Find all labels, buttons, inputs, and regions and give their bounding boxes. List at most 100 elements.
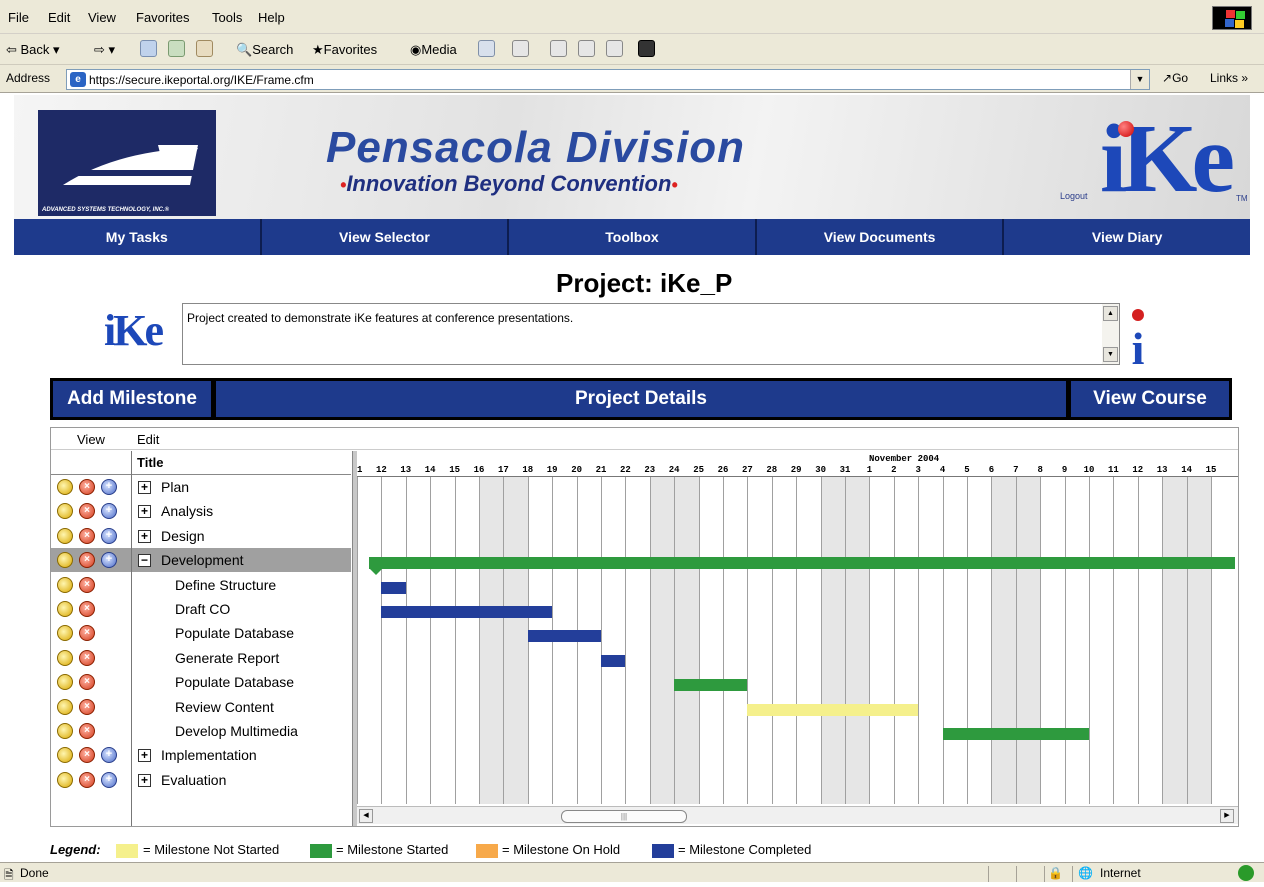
scroll-right-icon[interactable]: ▶ xyxy=(1220,809,1234,823)
search-button[interactable]: 🔍Search xyxy=(236,42,293,58)
delete-icon[interactable]: × xyxy=(79,771,95,788)
home-icon[interactable] xyxy=(196,40,213,57)
delete-icon[interactable]: × xyxy=(79,552,95,569)
delete-icon[interactable]: × xyxy=(79,601,95,617)
milestone-bar[interactable] xyxy=(674,679,748,692)
status-clock-icon[interactable] xyxy=(57,625,73,642)
status-clock-icon[interactable] xyxy=(57,747,73,764)
task-row[interactable]: × Draft CO xyxy=(51,597,351,621)
menu-view[interactable]: View xyxy=(88,10,116,25)
nav-toolbox[interactable]: Toolbox xyxy=(509,219,757,255)
delete-icon[interactable]: × xyxy=(79,503,95,520)
gantt-horizontal-scrollbar[interactable]: ◀ ||| ▶ xyxy=(357,806,1238,824)
delete-icon[interactable]: × xyxy=(79,723,95,739)
nav-view-documents[interactable]: View Documents xyxy=(757,219,1005,255)
task-row[interactable]: × Define Structure xyxy=(51,573,351,597)
print-icon[interactable] xyxy=(550,40,567,57)
task-row[interactable]: × Populate Database xyxy=(51,621,351,645)
menu-tools[interactable]: Tools xyxy=(212,10,242,25)
task-row[interactable]: × + + Analysis xyxy=(51,499,351,523)
delete-icon[interactable]: × xyxy=(79,674,95,691)
milestone-bar[interactable] xyxy=(942,728,1089,740)
status-clock-icon[interactable] xyxy=(57,576,73,593)
delete-icon[interactable]: × xyxy=(79,698,95,715)
links-button[interactable]: Links » xyxy=(1210,71,1248,85)
milestone-bar[interactable] xyxy=(369,557,1236,570)
favorites-button[interactable]: ★Favorites xyxy=(312,42,377,58)
delete-icon[interactable]: × xyxy=(79,527,95,544)
nav-view-selector[interactable]: View Selector xyxy=(262,219,510,255)
milestone-bar[interactable] xyxy=(381,606,553,618)
mail-icon[interactable] xyxy=(512,40,529,57)
expand-icon[interactable]: + xyxy=(138,481,151,494)
expand-icon[interactable]: + xyxy=(138,773,151,787)
add-child-icon[interactable]: + xyxy=(101,527,117,544)
task-row[interactable]: × + + Implementation xyxy=(51,743,351,767)
nav-view-diary[interactable]: View Diary xyxy=(1004,219,1250,255)
milestone-bar[interactable] xyxy=(527,630,601,643)
milestone-bar[interactable] xyxy=(601,654,626,667)
status-clock-icon[interactable] xyxy=(57,527,73,544)
add-milestone-button[interactable]: Add Milestone xyxy=(53,381,211,417)
stop-icon[interactable] xyxy=(140,40,157,57)
expand-icon[interactable]: + xyxy=(138,529,151,543)
history-icon[interactable] xyxy=(478,40,495,57)
address-dropdown-icon[interactable]: ▼ xyxy=(1130,70,1149,89)
address-input[interactable]: e https://secure.ikeportal.org/IKE/Frame… xyxy=(66,69,1150,90)
status-clock-icon[interactable] xyxy=(57,698,73,715)
task-row[interactable]: × + + Plan xyxy=(51,475,351,499)
add-child-icon[interactable]: + xyxy=(101,747,117,764)
forward-button[interactable]: ⇨ ▾ xyxy=(94,42,115,58)
milestone-bar[interactable] xyxy=(747,703,919,716)
delete-icon[interactable]: × xyxy=(79,649,95,666)
go-button[interactable]: ↗Go xyxy=(1162,71,1188,85)
info-icon[interactable]: i xyxy=(1126,307,1150,367)
menu-favorites[interactable]: Favorites xyxy=(136,10,189,25)
menu-edit[interactable]: Edit xyxy=(48,10,70,25)
task-row[interactable]: × Populate Database xyxy=(51,670,351,694)
grid-menu-edit[interactable]: Edit xyxy=(137,432,159,447)
task-row[interactable]: × + + Evaluation xyxy=(51,768,351,792)
back-button[interactable]: ⇦ Back ▾ xyxy=(6,42,60,58)
status-clock-icon[interactable] xyxy=(57,503,73,520)
scroll-left-icon[interactable]: ◀ xyxy=(359,809,373,823)
project-details-button[interactable]: Project Details xyxy=(216,381,1066,417)
task-row[interactable]: × Review Content xyxy=(51,695,351,719)
status-clock-icon[interactable] xyxy=(57,771,73,788)
discuss-icon[interactable] xyxy=(606,40,623,57)
delete-icon[interactable]: × xyxy=(79,747,95,764)
task-row[interactable]: × + + Design xyxy=(51,524,351,548)
refresh-icon[interactable] xyxy=(168,40,185,57)
messenger-icon[interactable] xyxy=(638,40,655,57)
milestone-bar[interactable] xyxy=(381,581,406,594)
edit-icon[interactable] xyxy=(578,40,595,57)
status-clock-icon[interactable] xyxy=(57,674,73,691)
menu-help[interactable]: Help xyxy=(258,10,285,25)
add-child-icon[interactable]: + xyxy=(101,479,117,495)
delete-icon[interactable]: × xyxy=(79,479,95,495)
add-child-icon[interactable]: + xyxy=(101,771,117,788)
media-button[interactable]: ◉Media xyxy=(410,42,457,58)
scroll-down-icon[interactable]: ▼ xyxy=(1103,347,1118,362)
logout-link[interactable]: Logout xyxy=(1060,191,1088,201)
task-row[interactable]: × Develop Multimedia xyxy=(51,719,351,743)
view-course-button[interactable]: View Course xyxy=(1071,381,1229,417)
status-clock-icon[interactable] xyxy=(57,723,73,739)
project-description-box[interactable]: Project created to demonstrate iKe featu… xyxy=(182,303,1120,365)
status-clock-icon[interactable] xyxy=(57,479,73,495)
task-row[interactable]: × Generate Report xyxy=(51,646,351,670)
expand-icon[interactable]: + xyxy=(138,749,151,763)
add-child-icon[interactable]: + xyxy=(101,503,117,520)
collapse-icon[interactable]: − xyxy=(138,554,151,568)
description-scrollbar[interactable]: ▲ ▼ xyxy=(1102,304,1119,364)
nav-my-tasks[interactable]: My Tasks xyxy=(14,219,262,255)
add-child-icon[interactable]: + xyxy=(101,552,117,569)
grid-menu-view[interactable]: View xyxy=(77,432,105,447)
task-row[interactable]: × + − Development xyxy=(51,548,351,573)
status-clock-icon[interactable] xyxy=(57,649,73,666)
delete-icon[interactable]: × xyxy=(79,576,95,593)
title-column-header[interactable]: Title xyxy=(137,455,164,470)
status-clock-icon[interactable] xyxy=(57,552,73,569)
scroll-thumb[interactable]: ||| xyxy=(561,810,687,823)
scroll-up-icon[interactable]: ▲ xyxy=(1103,306,1118,321)
